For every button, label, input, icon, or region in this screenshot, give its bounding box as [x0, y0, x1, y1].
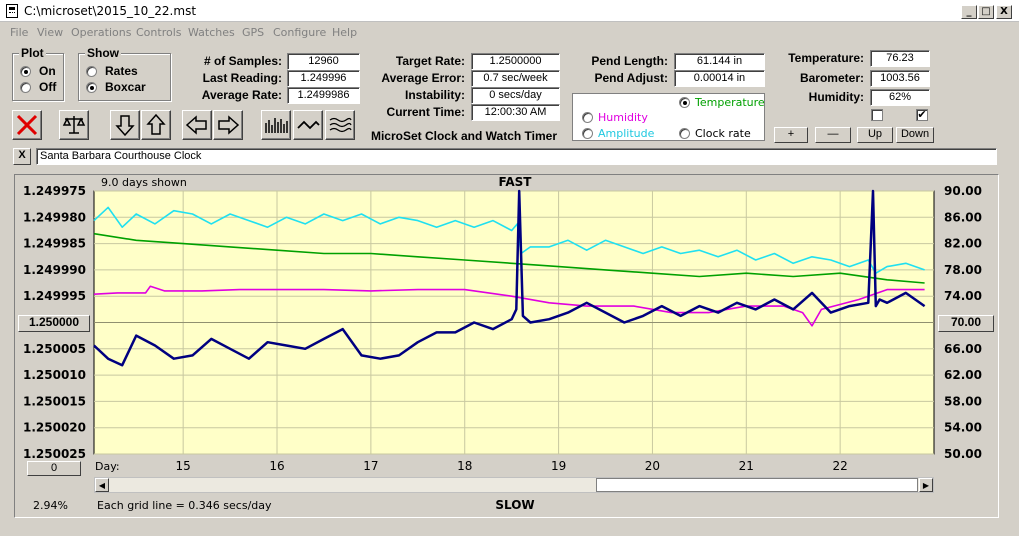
y-left-tick-label: 1.249990 [23, 263, 86, 277]
x-tick-label: 22 [833, 459, 848, 473]
y-right-tick-label: 62.00 [944, 368, 982, 382]
rate-chart: 15 16 17 18 19 20 21 22 1.249975 1.249980 1.249985… [23, 184, 982, 473]
y-right-tick-label: 82.00 [944, 237, 982, 251]
y-right-tick-label: 50.00 [944, 447, 982, 461]
x-tick-label: 15 [176, 459, 191, 473]
y-left-tick-label: 1.250005 [23, 342, 86, 356]
y-left-tick-label: 1.249995 [23, 289, 86, 303]
y-left-tick-label: 1.250010 [23, 368, 86, 382]
x-tick-label: 21 [739, 459, 754, 473]
y-right-tick-label: 74.00 [944, 289, 982, 303]
y-left-tick-label: 1.250025 [23, 447, 86, 461]
y-right-tick-label: 54.00 [944, 421, 982, 435]
y-right-tick-label: 90.00 [944, 184, 982, 198]
y-right-tick-label: 78.00 [944, 263, 982, 277]
y-left-tick-label: 1.250020 [23, 421, 86, 435]
y-left-tick-label: 1.249980 [23, 210, 86, 224]
y-left-tick-label: 1.249975 [23, 184, 86, 198]
x-tick-label: 16 [269, 459, 284, 473]
x-tick-label: 18 [457, 459, 472, 473]
x-tick-label: 20 [645, 459, 660, 473]
y-left-tick-label: 1.250015 [23, 394, 86, 408]
y-right-tick-label: 66.00 [944, 342, 982, 356]
x-tick-label: 17 [363, 459, 378, 473]
x-tick-label: 19 [551, 459, 566, 473]
y-right-tick-label: 58.00 [944, 394, 982, 408]
y-right-tick-label: 86.00 [944, 210, 982, 224]
y-left-tick-label: 1.249985 [23, 237, 86, 251]
